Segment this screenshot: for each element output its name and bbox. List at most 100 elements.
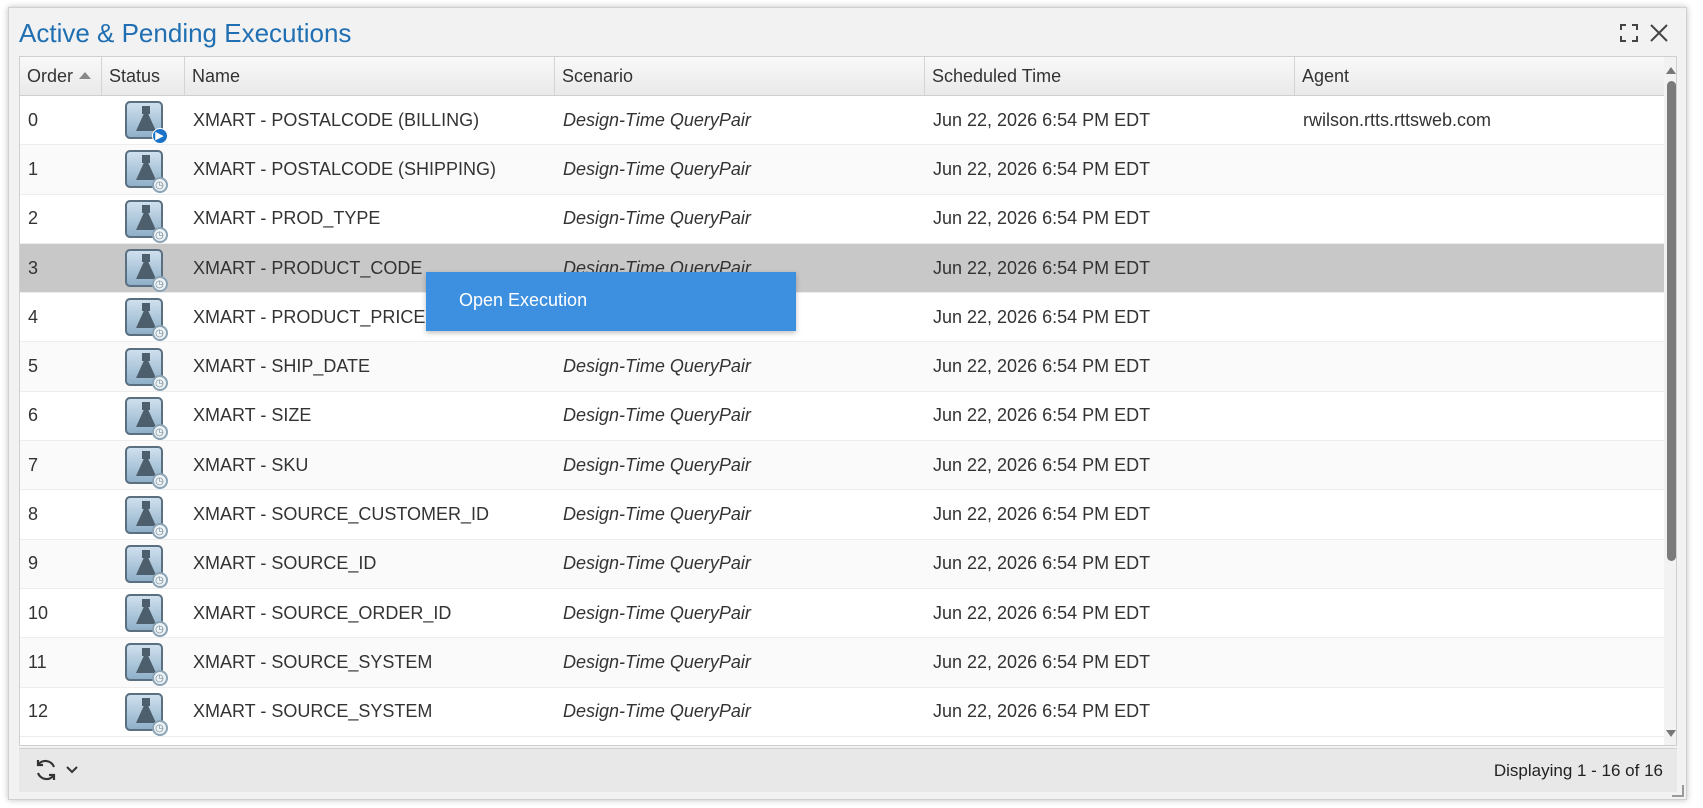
chevron-down-icon[interactable]	[65, 763, 79, 777]
pending-clock-icon: ◷	[151, 571, 168, 588]
scenario-cell: Design-Time QueryPair	[563, 158, 751, 179]
maximize-button[interactable]	[1616, 20, 1642, 46]
agent-cell	[1295, 638, 1664, 686]
table-row[interactable]: 2 ◷ XMART - PROD_TYPE Design-Time QueryPair…	[20, 195, 1664, 244]
context-menu: Open Execution	[426, 272, 796, 331]
agent-cell	[1295, 441, 1664, 489]
scheduled-time-cell: Jun 22, 2026 6:54 PM EDT	[933, 208, 1151, 229]
order-cell: 8	[28, 504, 39, 525]
agent-cell	[1295, 342, 1664, 390]
scheduled-time-cell: Jun 22, 2026 6:54 PM EDT	[933, 602, 1151, 623]
agent-cell	[1295, 145, 1664, 193]
status-cell: ▶	[102, 96, 185, 145]
agent-cell	[1295, 589, 1664, 637]
scenario-cell: Design-Time QueryPair	[563, 701, 751, 722]
grid-footer: Displaying 1 - 16 of 16	[19, 748, 1677, 792]
paging-status: Displaying 1 - 16 of 16	[1493, 761, 1663, 780]
scroll-up-icon[interactable]	[1666, 67, 1676, 74]
table-row[interactable]: 10 ◷ XMART - SOURCE_ORDER_ID Design-Time Qu…	[20, 589, 1664, 639]
name-cell: XMART - SOURCE_SYSTEM	[193, 651, 433, 672]
resize-handle[interactable]	[1672, 785, 1684, 797]
order-cell: 9	[28, 553, 39, 574]
executions-window: Active & Pending Executions Order Status…	[8, 7, 1687, 800]
scheduled-time-cell: Jun 22, 2026 6:54 PM EDT	[933, 405, 1151, 426]
scrollbar-thumb[interactable]	[1667, 81, 1676, 561]
agent-cell	[1295, 688, 1664, 736]
order-cell: 10	[28, 602, 49, 623]
table-row[interactable]: 9 ◷ XMART - SOURCE_ID Design-Time QueryPair…	[20, 539, 1664, 589]
table-row[interactable]: 0 ▶ XMART - POSTALCODE (BILLING) Design-Tim…	[20, 96, 1664, 146]
table-row[interactable]: 8 ◷ XMART - SOURCE_CUSTOMER_ID Design-Time …	[20, 490, 1664, 540]
column-header-name[interactable]: Name	[185, 57, 555, 95]
scenario-cell: Design-Time QueryPair	[563, 602, 751, 623]
table-row[interactable]: 3 ◷ XMART - PRODUCT_CODE Design-Time QueryP…	[20, 243, 1664, 294]
status-cell: ◷	[102, 145, 185, 194]
column-header-scenario[interactable]: Scenario	[555, 57, 925, 95]
status-cell: ◷	[102, 195, 185, 243]
column-header-agent[interactable]: Agent	[1295, 57, 1664, 95]
scheduled-time-cell: Jun 22, 2026 6:54 PM EDT	[933, 257, 1151, 278]
test-flask-icon: ◷	[124, 446, 168, 490]
column-header-label: Scenario	[562, 66, 634, 86]
order-cell: 5	[28, 356, 39, 377]
pending-clock-icon: ◷	[151, 276, 168, 293]
test-flask-icon: ◷	[124, 150, 168, 194]
close-icon	[1650, 24, 1668, 42]
scheduled-time-cell: Jun 22, 2026 6:54 PM EDT	[933, 651, 1151, 672]
executions-grid: Order Status Name Scenario Scheduled Tim…	[19, 56, 1677, 746]
name-cell: XMART - SOURCE_ORDER_ID	[193, 602, 452, 623]
status-cell: ◷	[102, 638, 185, 687]
order-cell: 6	[28, 405, 39, 426]
refresh-icon	[36, 759, 56, 781]
running-play-icon: ▶	[151, 128, 168, 145]
table-row[interactable]: 5 ◷ XMART - SHIP_DATE Design-Time QueryPair…	[20, 342, 1664, 392]
test-flask-icon: ◷	[124, 396, 168, 440]
order-cell: 0	[28, 109, 39, 130]
table-row[interactable]: 4◷XMART - PRODUCT_PRICEDesign-Time Query…	[20, 293, 1664, 343]
name-cell: XMART - SIZE	[193, 405, 312, 426]
agent-cell	[1295, 540, 1664, 588]
table-row[interactable]: 12 ◷ XMART - SOURCE_SYSTEM Design-Time Quer…	[20, 688, 1664, 737]
pending-clock-icon: ◷	[151, 226, 168, 243]
name-cell: XMART - POSTALCODE (BILLING)	[193, 109, 480, 130]
scroll-down-icon[interactable]	[1666, 730, 1676, 737]
column-header-order[interactable]: Order	[20, 57, 102, 95]
table-row[interactable]: 7 ◷ XMART - SKU Design-Time QueryPair Jun 22…	[20, 441, 1664, 491]
test-flask-icon: ◷	[124, 643, 168, 687]
table-row[interactable]: 6 ◷ XMART - SIZE Design-Time QueryPair Jun 2…	[20, 392, 1664, 442]
column-header-status[interactable]: Status	[102, 57, 185, 95]
vertical-scrollbar[interactable]	[1664, 57, 1676, 745]
test-flask-icon: ◷	[124, 298, 168, 342]
table-row[interactable]: 1 ◷ XMART - POSTALCODE (SHIPPING) Design-Ti…	[20, 145, 1664, 195]
pending-clock-icon: ◷	[151, 374, 168, 391]
order-cell: 2	[28, 208, 39, 229]
scheduled-time-cell: Jun 22, 2026 6:54 PM EDT	[933, 454, 1151, 475]
status-cell: ◷	[102, 392, 185, 440]
pending-clock-icon: ◷	[151, 522, 168, 539]
name-cell: XMART - SHIP_DATE	[193, 356, 371, 377]
table-row[interactable]: 11 ◷ XMART - SOURCE_SYSTEM Design-Time Quer…	[20, 638, 1664, 688]
close-button[interactable]	[1646, 20, 1672, 46]
status-cell: ◷	[102, 540, 185, 588]
test-flask-icon: ▶	[124, 101, 168, 145]
refresh-button[interactable]	[33, 757, 79, 783]
scheduled-time-cell: Jun 22, 2026 6:54 PM EDT	[933, 109, 1151, 130]
name-cell: XMART - PROD_TYPE	[193, 208, 381, 229]
scheduled-time-cell: Jun 22, 2026 6:54 PM EDT	[933, 504, 1151, 525]
scheduled-time-cell: Jun 22, 2026 6:54 PM EDT	[933, 306, 1151, 327]
column-header-scheduled-time[interactable]: Scheduled Time	[925, 57, 1295, 95]
column-header-label: Scheduled Time	[932, 66, 1062, 86]
status-cell: ◷	[102, 293, 185, 342]
scheduled-time-cell: Jun 22, 2026 6:54 PM EDT	[933, 701, 1151, 722]
pending-clock-icon: ◷	[151, 177, 168, 194]
window-title: Active & Pending Executions	[19, 18, 352, 48]
sort-ascending-icon	[79, 71, 92, 79]
maximize-icon	[1620, 24, 1638, 42]
scenario-cell: Design-Time QueryPair	[563, 504, 751, 525]
status-cell: ◷	[102, 589, 185, 638]
context-menu-open-execution[interactable]: Open Execution	[459, 290, 587, 311]
pending-clock-icon: ◷	[151, 423, 168, 440]
test-flask-icon: ◷	[124, 199, 168, 243]
status-cell: ◷	[102, 688, 185, 736]
column-header-label: Agent	[1302, 66, 1350, 86]
